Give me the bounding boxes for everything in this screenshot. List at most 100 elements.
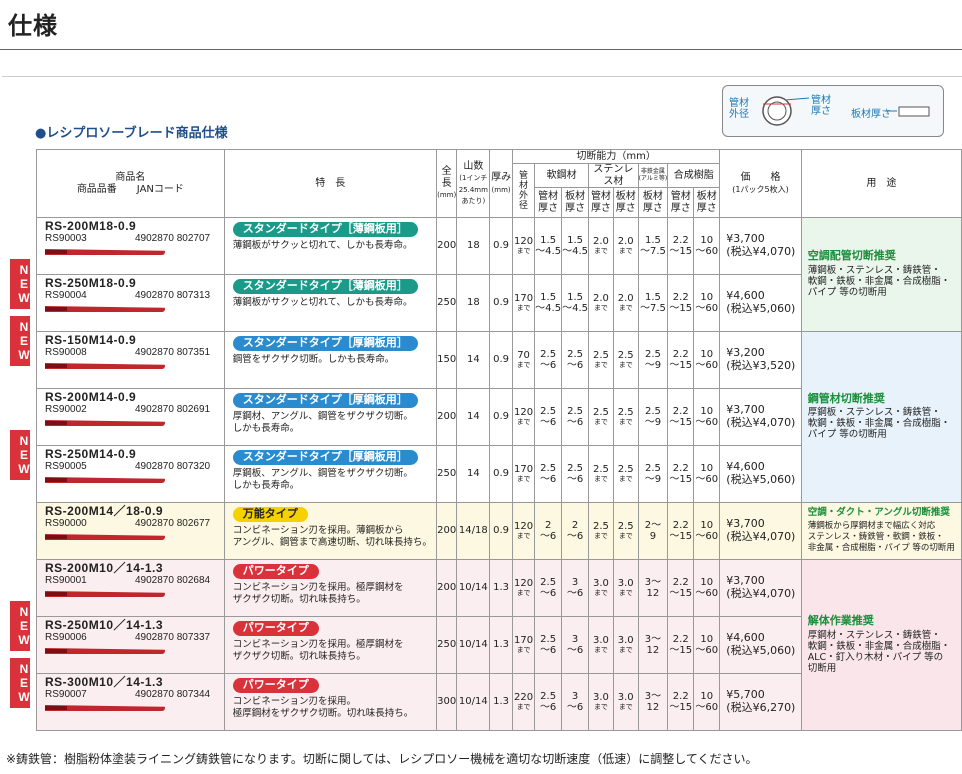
spec-res-plate: 10 ～60 [693,673,721,731]
product-feature-cell: パワータイプ コンビネーション刃を採用。極厚鋼材を ザクザク切断。切れ味長持ち。 [223,616,437,674]
header-code-jan: 商品品番 JANコード [76,183,184,195]
saw-blade-image [45,419,175,427]
spec-dia: 70 まで [511,331,536,389]
legend-pipe-thickness: 管材 厚さ [811,95,831,117]
product-model: RS-250M18-0.9 [45,276,137,290]
product-model-cell: RS-300M10／14-1.3 RS90007 4902870 807344 [36,673,225,731]
product-code: RS90001 [45,575,87,586]
spec-value: 10 ～60 [695,633,719,657]
product-type-badge: パワータイプ [232,621,319,636]
spec-value: 2.2 ～15 [669,405,693,429]
product-model: RS-200M14-0.9 [45,390,137,404]
spec-made-suffix: まで [618,247,633,256]
spec-res-pipe: 2.2 ～15 [667,502,695,560]
product-row: RS-200M18-0.9 RS90003 4902870 802707 スタンダード… [36,217,962,332]
spec-value: 200 [437,525,457,537]
saw-blade-image [45,590,175,598]
spec-value: 2.5 [592,349,609,361]
spec-value: 14 [466,354,480,366]
spec-made-suffix: まで [593,589,608,598]
spec-length: 250 [435,274,458,332]
product-row: RS-200M14／18-0.9 RS90000 4902870 802677 万能タ… [36,502,962,560]
spec-teeth: 18 [456,274,491,332]
spec-dia: 120 まで [511,217,536,275]
header-teeth-label: 山数 [463,160,484,172]
spec-made-suffix: まで [618,304,633,313]
spec-dia: 170 まで [511,274,536,332]
spec-value: 1.3 [493,582,510,594]
spec-value: 3.0 [592,691,609,703]
product-model-cell: RS-150M14-0.9 RS90008 4902870 807351 [36,331,225,389]
product-feature-cell: パワータイプ コンビネーション刃を採用。極厚鋼材を ザクザク切断。切れ味長持ち。 [223,559,437,617]
spec-res-plate: 10 ～60 [693,445,721,503]
product-description: 厚鋼材、アングル、鋼管をザクザク切断。 しかも長寿命。 [232,410,413,434]
product-codes: RS90003 4902870 802707 [45,233,220,245]
price-tax: (税込¥4,070) [726,245,796,258]
spec-dia: 220 まで [511,673,536,731]
use-title: 空調・ダクト・アングル切断推奨 [807,506,950,518]
price-cell: ¥4,600 (税込¥5,060) [719,616,802,674]
spec-made-suffix: まで [618,646,633,655]
spec-made-suffix: まで [593,418,608,427]
spec-value: 2.5 [617,463,634,475]
product-model-cell: RS-250M10／14-1.3 RS90006 4902870 807337 [36,616,225,674]
product-code: RS90005 [45,461,87,472]
spec-value: 0.9 [493,354,510,366]
spec-value: 10 ～60 [695,576,719,600]
spec-ss-plate: 2.5 まで [612,445,639,503]
spec-teeth: 10/14 [456,673,491,731]
spec-value: 1.3 [493,639,510,651]
spec-value: 2.2 ～15 [669,690,693,714]
spec-teeth: 18 [456,217,491,275]
price-tax: (税込¥5,060) [726,473,796,486]
spec-value: 2.5 ～6 [539,348,557,372]
spec-made-suffix: まで [618,418,633,427]
header-plate-thick: 板材 厚さ [612,187,639,218]
header-thickness-unit: (mm) [491,185,511,194]
spec-value: 3～ 12 [644,576,662,600]
spec-nf: 3～ 12 [637,616,669,674]
spec-made-suffix: まで [593,304,608,313]
spec-value: 170 [514,463,534,475]
price-cell: ¥3,700 (税込¥4,070) [719,559,802,617]
spec-value: 18 [466,297,480,309]
product-codes: RS90005 4902870 807320 [45,461,220,473]
spec-value: 2.2 ～15 [669,576,693,600]
spec-value: 170 [514,634,534,646]
spec-value: 2.5 ～6 [539,633,557,657]
spec-ss-pipe: 2.0 まで [588,274,614,332]
spec-ss-pipe: 3.0 まで [588,559,614,617]
product-model: RS-200M14／18-0.9 [45,504,164,518]
new-badge: NEW [10,657,31,708]
price-tax: (税込¥5,060) [726,644,796,657]
spec-made-suffix: まで [593,703,608,712]
spec-value: 2.0 [592,292,609,304]
price-cell: ¥5,700 (税込¥6,270) [719,673,802,731]
spec-res-pipe: 2.2 ～15 [667,616,695,674]
spec-res-plate: 10 ～60 [693,217,721,275]
product-code: RS90008 [45,347,87,358]
header-nonferrous: 非鉄金属 (アルミ等) [637,163,669,188]
product-model-cell: RS-250M18-0.9 RS90004 4902870 807313 [36,274,225,332]
spec-teeth: 10/14 [456,616,491,674]
spec-dia: 170 まで [511,445,536,503]
spec-value: 2.2 ～15 [669,633,693,657]
spec-value: 250 [437,297,457,309]
spec-value: 1.5 ～4.5 [562,291,589,315]
spec-value: 2.5 ～6 [539,576,557,600]
spec-value: 3～ 12 [644,633,662,657]
spec-ss-plate: 3.0 まで [612,559,639,617]
spec-ss-plate: 2.0 まで [612,274,639,332]
spec-table: 商品名 商品品番 JANコード 特 長 全長 (mm) 山数 (1インチ 25.4mm… [36,149,962,731]
spec-made-suffix: まで [516,304,531,313]
product-jan: 4902870 802691 [135,404,211,415]
price-cell: ¥3,700 (税込¥4,070) [719,217,802,275]
spec-ms-pipe: 2.5 ～6 [534,616,563,674]
spec-value: 18 [466,240,480,252]
spec-value: 0.9 [493,468,510,480]
use-title: 解体作業推奨 [807,614,874,628]
spec-nf: 1.5 ～7.5 [637,274,669,332]
use-text: 薄鋼板・ステンレス・鋳鉄管・ 軟鋼・鉄板・非金属・合成樹脂・ パイプ 等の切断用 [807,264,951,298]
spec-value: 10 ～60 [695,405,719,429]
header-pipe-thick: 管材 厚さ [534,187,563,218]
